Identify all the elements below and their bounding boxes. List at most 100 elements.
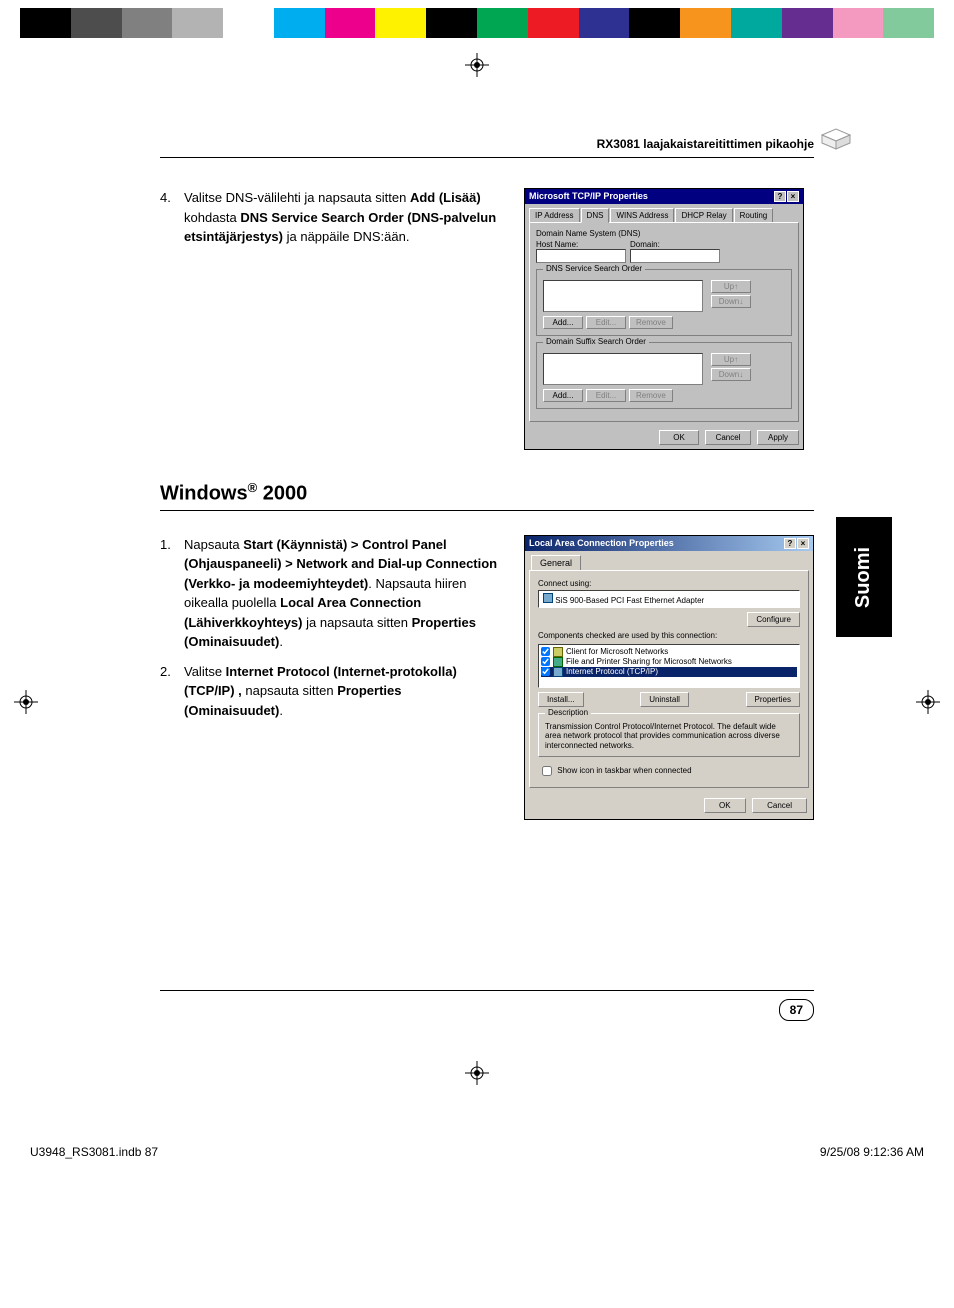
component-checkbox[interactable] <box>541 657 550 666</box>
configure-button[interactable]: Configure <box>747 612 800 627</box>
protocol-icon <box>553 667 563 677</box>
install-button[interactable]: Install... <box>538 692 584 707</box>
step-number: 2. <box>160 662 184 721</box>
sso-listbox[interactable] <box>543 280 703 312</box>
component-checkbox[interactable] <box>541 667 550 676</box>
up-button-2[interactable]: Up↑ <box>711 353 751 366</box>
dialog2-titlebar: Local Area Connection Properties ? × <box>525 536 813 551</box>
components-label: Components checked are used by this conn… <box>538 631 800 640</box>
edit-button-2[interactable]: Edit... <box>586 389 626 402</box>
remove-button[interactable]: Remove <box>629 316 673 329</box>
color-swatch <box>122 8 173 38</box>
page-header: RX3081 laajakaistareitittimen pikaohje <box>160 137 814 158</box>
share-icon <box>553 657 563 667</box>
color-registration-bar <box>20 8 934 38</box>
color-swatch <box>325 8 376 38</box>
nic-icon <box>543 593 553 603</box>
add-button-2[interactable]: Add... <box>543 389 583 402</box>
section-heading: Windows® 2000 <box>160 480 814 511</box>
help-icon[interactable]: ? <box>784 538 796 549</box>
color-swatch <box>731 8 782 38</box>
host-label: Host Name: <box>536 240 626 249</box>
down-button-2[interactable]: Down↓ <box>711 368 751 381</box>
lac-properties-dialog: Local Area Connection Properties ? × Gen… <box>524 535 814 821</box>
add-button[interactable]: Add... <box>543 316 583 329</box>
page-number: 87 <box>779 999 814 1021</box>
apply-button[interactable]: Apply <box>757 430 799 445</box>
description-group-label: Description <box>545 708 591 717</box>
help-icon[interactable]: ? <box>774 191 786 202</box>
component-item: File and Printer Sharing for Microsoft N… <box>541 657 797 667</box>
tab-ipaddress[interactable]: IP Address <box>529 208 580 222</box>
dialog-tabs: IP Address DNS WINS Address DHCP Relay R… <box>529 208 799 222</box>
color-swatch <box>579 8 630 38</box>
properties-button[interactable]: Properties <box>746 692 800 707</box>
sso-group-label: DNS Service Search Order <box>543 264 645 273</box>
color-swatch <box>528 8 579 38</box>
tab-routing[interactable]: Routing <box>734 208 774 222</box>
color-swatch <box>274 8 325 38</box>
close-icon[interactable]: × <box>797 538 809 549</box>
close-icon[interactable]: × <box>787 191 799 202</box>
manual-icon <box>820 127 852 154</box>
ok-button[interactable]: OK <box>704 798 746 813</box>
down-button[interactable]: Down↓ <box>711 295 751 308</box>
tab-general[interactable]: General <box>531 555 581 570</box>
footer-filename: U3948_RS3081.indb 87 <box>30 1145 158 1159</box>
host-input[interactable] <box>536 249 626 263</box>
cancel-button[interactable]: Cancel <box>752 798 807 813</box>
color-swatch <box>629 8 680 38</box>
step-number: 4. <box>160 188 184 247</box>
language-side-tab: Suomi <box>836 517 892 637</box>
show-icon-checkbox[interactable] <box>542 766 552 776</box>
dns-group-label: Domain Name System (DNS) <box>536 229 792 238</box>
color-swatch <box>172 8 223 38</box>
domain-input[interactable] <box>630 249 720 263</box>
adapter-field: SiS 900-Based PCI Fast Ethernet Adapter <box>538 590 800 608</box>
ok-button[interactable]: OK <box>659 430 699 445</box>
suffix-group-label: Domain Suffix Search Order <box>543 337 649 346</box>
step-text: Valitse Internet Protocol (Internet-prot… <box>184 662 504 721</box>
color-swatch <box>375 8 426 38</box>
color-swatch <box>426 8 477 38</box>
step-text: Napsauta Start (Käynnistä) > Control Pan… <box>184 535 504 652</box>
suffix-listbox[interactable] <box>543 353 703 385</box>
tcpip-properties-dialog: Microsoft TCP/IP Properties ? × IP Addre… <box>524 188 804 450</box>
component-item: Client for Microsoft Networks <box>541 647 797 657</box>
step-number: 1. <box>160 535 184 652</box>
domain-label: Domain: <box>630 240 720 249</box>
header-title: RX3081 laajakaistareitittimen pikaohje <box>597 137 814 151</box>
tab-dhcprelay[interactable]: DHCP Relay <box>675 208 732 222</box>
color-swatch <box>782 8 833 38</box>
client-icon <box>553 647 563 657</box>
connect-using-label: Connect using: <box>538 579 800 588</box>
dialog-titlebar: Microsoft TCP/IP Properties ? × <box>525 189 803 204</box>
edit-button[interactable]: Edit... <box>586 316 626 329</box>
registration-mark-bottom <box>0 1061 954 1085</box>
color-swatch <box>20 8 71 38</box>
component-item-selected: Internet Protocol (TCP/IP) <box>541 667 797 677</box>
component-checkbox[interactable] <box>541 647 550 656</box>
remove-button-2[interactable]: Remove <box>629 389 673 402</box>
color-swatch <box>883 8 934 38</box>
footer-rule <box>160 990 814 991</box>
uninstall-button[interactable]: Uninstall <box>640 692 689 707</box>
color-swatch <box>680 8 731 38</box>
registration-mark-left <box>14 690 38 719</box>
show-icon-label: Show icon in taskbar when connected <box>557 767 691 776</box>
step4-text: Valitse DNS-välilehti ja napsauta sitten… <box>184 188 504 247</box>
cancel-button[interactable]: Cancel <box>705 430 752 445</box>
tab-wins[interactable]: WINS Address <box>610 208 674 222</box>
print-footer: U3948_RS3081.indb 87 9/25/08 9:12:36 AM <box>30 1145 924 1159</box>
registration-mark-right <box>916 690 940 719</box>
registration-mark-top <box>0 53 954 77</box>
description-text: Transmission Control Protocol/Internet P… <box>545 722 793 751</box>
color-swatch <box>477 8 528 38</box>
color-swatch <box>223 8 274 38</box>
color-swatch <box>833 8 884 38</box>
up-button[interactable]: Up↑ <box>711 280 751 293</box>
color-swatch <box>71 8 122 38</box>
tab-dns[interactable]: DNS <box>581 208 610 223</box>
footer-timestamp: 9/25/08 9:12:36 AM <box>820 1145 924 1159</box>
components-listbox[interactable]: Client for Microsoft Networks File and P… <box>538 644 800 688</box>
